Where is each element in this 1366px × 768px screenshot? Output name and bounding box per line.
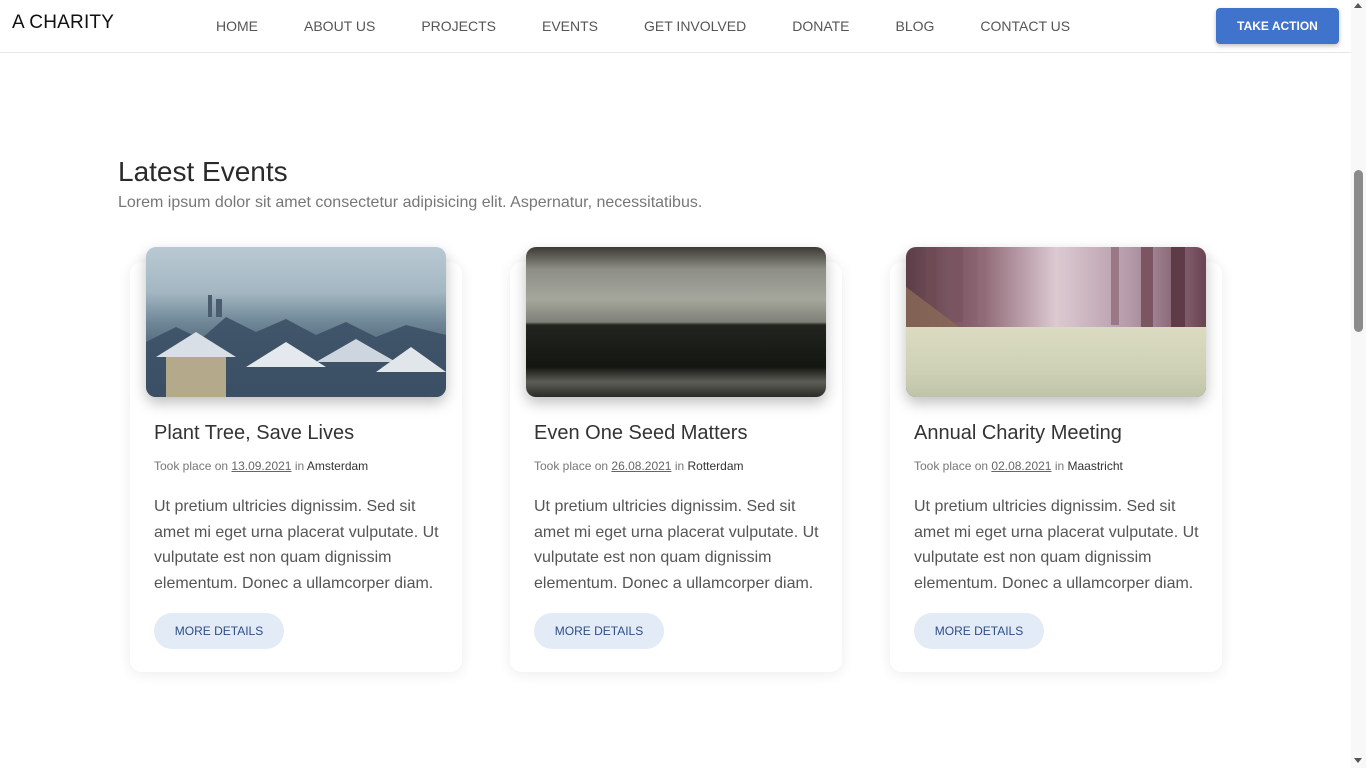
event-date-link[interactable]: 13.09.2021 <box>231 459 291 473</box>
event-meta-prefix: Took place on <box>914 459 989 473</box>
event-title: Even One Seed Matters <box>534 422 748 444</box>
event-card: Even One Seed Matters Took place on 26.0… <box>510 247 842 672</box>
event-location: Maastricht <box>1067 459 1123 473</box>
scroll-down-arrow-icon[interactable] <box>1354 758 1362 763</box>
event-image-field[interactable] <box>526 247 826 397</box>
section-title: Latest Events <box>118 156 288 187</box>
nav-link-about-us[interactable]: ABOUT US <box>281 18 398 34</box>
event-meta-in: in <box>674 459 685 473</box>
event-card: Plant Tree, Save Lives Took place on 13.… <box>130 247 462 672</box>
nav-links: HOME ABOUT US PROJECTS EVENTS GET INVOLV… <box>193 0 1093 52</box>
event-title: Annual Charity Meeting <box>914 422 1122 444</box>
event-meta-in: in <box>294 459 305 473</box>
event-date-link[interactable]: 02.08.2021 <box>991 459 1051 473</box>
scrollbar-thumb[interactable] <box>1354 170 1363 332</box>
section-subtitle: Lorem ipsum dolor sit amet consectetur a… <box>118 194 703 211</box>
event-meta-prefix: Took place on <box>534 459 609 473</box>
nav-link-events[interactable]: EVENTS <box>519 18 621 34</box>
event-meta: Took place on 02.08.2021 in Maastricht <box>914 459 1123 473</box>
event-description: Ut pretium ultricies dignissim. Sed sit … <box>914 498 1199 592</box>
nav-link-donate[interactable]: DONATE <box>769 18 872 34</box>
event-image-city[interactable] <box>146 247 446 397</box>
road-surface <box>906 327 1206 397</box>
nav-link-projects[interactable]: PROJECTS <box>398 18 519 34</box>
take-action-button[interactable]: TAKE ACTION <box>1216 8 1339 44</box>
city-rooftops-image <box>146 295 446 397</box>
event-card: Annual Charity Meeting Took place on 02.… <box>890 247 1222 672</box>
event-image-forest-road[interactable] <box>906 247 1206 397</box>
event-description: Ut pretium ultricies dignissim. Sed sit … <box>154 498 439 592</box>
event-meta-prefix: Took place on <box>154 459 229 473</box>
page-scrollbar[interactable] <box>1351 0 1366 768</box>
nav-link-get-involved[interactable]: GET INVOLVED <box>621 18 769 34</box>
nav-link-home[interactable]: HOME <box>193 18 281 34</box>
more-details-button[interactable]: MORE DETAILS <box>154 613 284 649</box>
more-details-button[interactable]: MORE DETAILS <box>914 613 1044 649</box>
navbar: A CHARITY HOME ABOUT US PROJECTS EVENTS … <box>0 0 1351 53</box>
event-meta: Took place on 26.08.2021 in Rotterdam <box>534 459 744 473</box>
nav-link-contact-us[interactable]: CONTACT US <box>957 18 1093 34</box>
event-meta-in: in <box>1054 459 1065 473</box>
event-meta: Took place on 13.09.2021 in Amsterdam <box>154 459 368 473</box>
scroll-up-arrow-icon[interactable] <box>1354 3 1362 8</box>
event-date-link[interactable]: 26.08.2021 <box>611 459 671 473</box>
event-location: Amsterdam <box>306 459 369 473</box>
event-location: Rotterdam <box>687 459 744 473</box>
brand-logo[interactable]: A CHARITY <box>12 12 114 34</box>
event-description: Ut pretium ultricies dignissim. Sed sit … <box>534 498 819 592</box>
nav-link-blog[interactable]: BLOG <box>873 18 958 34</box>
event-title: Plant Tree, Save Lives <box>154 422 355 444</box>
more-details-button[interactable]: MORE DETAILS <box>534 613 664 649</box>
